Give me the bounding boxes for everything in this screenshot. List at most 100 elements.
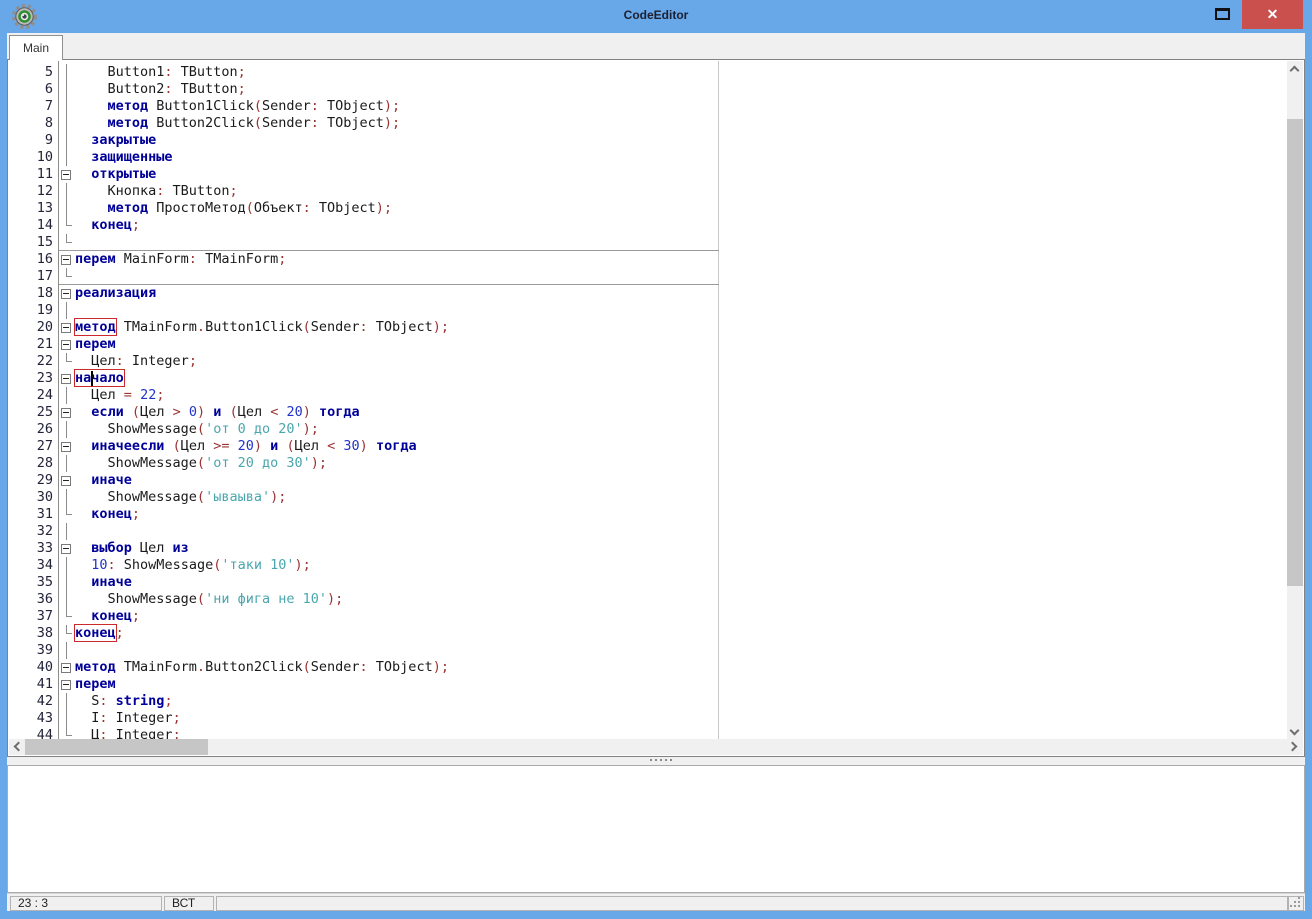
fold-toggle-icon[interactable]: [58, 319, 75, 336]
code-text: конец;: [75, 217, 140, 234]
code-line[interactable]: 32: [9, 523, 1287, 540]
fold-guide: [58, 506, 75, 523]
line-number: 38: [9, 625, 58, 642]
maximize-button[interactable]: [1203, 0, 1241, 30]
code-line[interactable]: 15: [9, 234, 1287, 251]
vertical-scrollbar[interactable]: [1287, 61, 1303, 741]
code-line[interactable]: 17: [9, 268, 1287, 285]
fold-toggle-icon[interactable]: [58, 370, 75, 387]
code-line[interactable]: 30 ShowMessage('ываыва');: [9, 489, 1287, 506]
maximize-icon: [1215, 8, 1230, 20]
code-line[interactable]: 14 конец;: [9, 217, 1287, 234]
scroll-left-button[interactable]: [9, 739, 25, 755]
code-line[interactable]: 22 Цел: Integer;: [9, 353, 1287, 370]
horizontal-scrollbar[interactable]: [9, 739, 1303, 755]
code-text: конец;: [75, 608, 140, 625]
fold-toggle-icon[interactable]: [58, 336, 75, 353]
code-text: Ц: Integer;: [75, 727, 181, 739]
fold-toggle-icon[interactable]: [58, 472, 75, 489]
code-line[interactable]: 24 Цел = 22;: [9, 387, 1287, 404]
code-line[interactable]: 41перем: [9, 676, 1287, 693]
fold-guide: [58, 302, 75, 319]
code-line[interactable]: 19: [9, 302, 1287, 319]
fold-toggle-icon[interactable]: [58, 540, 75, 557]
code-line[interactable]: 9 закрытые: [9, 132, 1287, 149]
fold-guide: [58, 489, 75, 506]
code-line[interactable]: 20метод TMainForm.Button1Click(Sender: T…: [9, 319, 1287, 336]
code-line[interactable]: 43 I: Integer;: [9, 710, 1287, 727]
fold-toggle-icon[interactable]: [58, 404, 75, 421]
scroll-right-button[interactable]: [1287, 739, 1303, 755]
close-button[interactable]: ✕: [1242, 0, 1303, 29]
line-number: 8: [9, 115, 58, 132]
code-text: защищенные: [75, 149, 173, 166]
fold-guide: [58, 64, 75, 81]
caret-position: 23 : 3: [10, 896, 162, 911]
code-line[interactable]: 33 выбор Цел из: [9, 540, 1287, 557]
code-line[interactable]: 6 Button2: TButton;: [9, 81, 1287, 98]
status-bar: 23 : 3 ВСТ: [7, 893, 1305, 911]
resize-grip[interactable]: [1288, 896, 1304, 911]
code-line[interactable]: 25 если (Цел > 0) и (Цел < 20) тогда: [9, 404, 1287, 421]
grip-dots-icon: [1298, 905, 1300, 907]
line-number: 29: [9, 472, 58, 489]
code-line[interactable]: 7 метод Button1Click(Sender: TObject);: [9, 98, 1287, 115]
code-line[interactable]: 38конец;: [9, 625, 1287, 642]
fold-toggle-icon[interactable]: [58, 438, 75, 455]
code-line[interactable]: 35 иначе: [9, 574, 1287, 591]
code-text: открытые: [75, 166, 156, 183]
fold-toggle-icon[interactable]: [58, 166, 75, 183]
code-line[interactable]: 31 конец;: [9, 506, 1287, 523]
code-line[interactable]: 28 ShowMessage('от 20 до 30');: [9, 455, 1287, 472]
code-text: перем MainForm: TMainForm;: [75, 251, 286, 268]
code-line[interactable]: 10 защищенные: [9, 149, 1287, 166]
fold-toggle-icon[interactable]: [58, 251, 75, 268]
code-line[interactable]: 39: [9, 642, 1287, 659]
code-line[interactable]: 29 иначе: [9, 472, 1287, 489]
code-text: метод Button2Click(Sender: TObject);: [75, 115, 400, 132]
line-number: 5: [9, 64, 58, 81]
code-line[interactable]: 34 10: ShowMessage('таки 10');: [9, 557, 1287, 574]
pane-splitter[interactable]: [7, 757, 1305, 765]
fold-guide: [58, 455, 75, 472]
code-editor[interactable]: 5 Button1: TButton;6 Button2: TButton;7 …: [7, 59, 1305, 757]
tab-main[interactable]: Main: [9, 35, 63, 60]
code-line[interactable]: 12 Кнопка: TButton;: [9, 183, 1287, 200]
code-line[interactable]: 40метод TMainForm.Button2Click(Sender: T…: [9, 659, 1287, 676]
code-lines: 5 Button1: TButton;6 Button2: TButton;7 …: [9, 64, 1287, 739]
horizontal-scroll-thumb[interactable]: [25, 739, 208, 755]
code-line[interactable]: 8 метод Button2Click(Sender: TObject);: [9, 115, 1287, 132]
app-window: CodeEditor ✕ Main 5 Button1: TButton;6 B…: [0, 0, 1312, 919]
scroll-up-button[interactable]: [1287, 61, 1303, 77]
fold-toggle-icon[interactable]: [58, 659, 75, 676]
code-line[interactable]: 37 конец;: [9, 608, 1287, 625]
code-line[interactable]: 5 Button1: TButton;: [9, 64, 1287, 81]
fold-toggle-icon[interactable]: [58, 676, 75, 693]
code-text-area[interactable]: 5 Button1: TButton;6 Button2: TButton;7 …: [9, 61, 1287, 739]
fold-guide: [58, 200, 75, 217]
vertical-scroll-thumb[interactable]: [1287, 119, 1303, 586]
code-line[interactable]: 18реализация: [9, 285, 1287, 302]
titlebar[interactable]: CodeEditor ✕: [0, 0, 1312, 33]
line-number: 44: [9, 727, 58, 739]
fold-guide: [58, 132, 75, 149]
code-line[interactable]: 16перем MainForm: TMainForm;: [9, 251, 1287, 268]
line-number: 17: [9, 268, 58, 285]
code-line[interactable]: 42 S: string;: [9, 693, 1287, 710]
close-icon: ✕: [1267, 6, 1279, 22]
code-line[interactable]: 21перем: [9, 336, 1287, 353]
code-line[interactable]: 23начало: [9, 370, 1287, 387]
code-line[interactable]: 13 метод ПростоМетод(Объект: TObject);: [9, 200, 1287, 217]
chevron-right-icon: [1288, 742, 1298, 752]
code-line[interactable]: 36 ShowMessage('ни фига не 10');: [9, 591, 1287, 608]
code-line[interactable]: 27 иначеесли (Цел >= 20) и (Цел < 30) то…: [9, 438, 1287, 455]
code-line[interactable]: 26 ShowMessage('от 0 до 20');: [9, 421, 1287, 438]
fold-toggle-icon[interactable]: [58, 285, 75, 302]
code-text: Button2: TButton;: [75, 81, 246, 98]
code-line[interactable]: 44 Ц: Integer;: [9, 727, 1287, 739]
fold-guide: [58, 591, 75, 608]
code-text: реализация: [75, 285, 156, 302]
code-line[interactable]: 11 открытые: [9, 166, 1287, 183]
tab-label: Main: [23, 41, 49, 55]
line-number: 27: [9, 438, 58, 455]
